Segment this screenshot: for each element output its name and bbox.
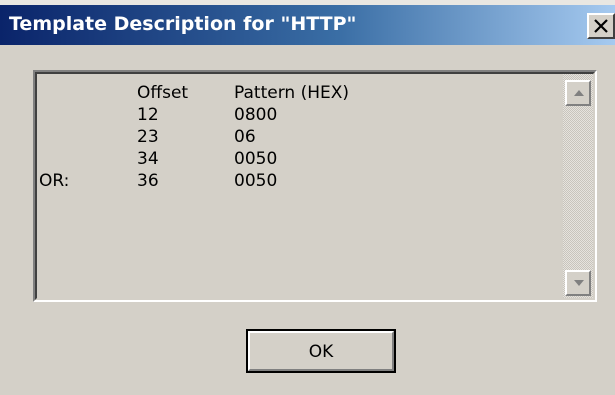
row-offset: 36 <box>137 171 159 191</box>
arrow-up-icon <box>574 90 584 96</box>
list-content: Offset Pattern (HEX) 12 0800 23 06 34 00… <box>39 82 564 292</box>
list-header-row: Offset Pattern (HEX) <box>39 82 564 104</box>
list-item: 23 06 <box>39 126 564 148</box>
dialog-window: Template Description for "HTTP" Offset P… <box>0 0 615 395</box>
header-offset: Offset <box>137 83 189 103</box>
close-button[interactable] <box>587 13 615 39</box>
title-bar[interactable]: Template Description for "HTTP" <box>0 5 615 45</box>
row-offset: 12 <box>137 105 159 125</box>
list-item: 34 0050 <box>39 148 564 170</box>
list-item: 12 0800 <box>39 104 564 126</box>
ok-button-face: OK <box>248 331 394 371</box>
dialog-title: Template Description for "HTTP" <box>9 13 357 35</box>
list-item: OR: 36 0050 <box>39 170 564 192</box>
scroll-down-button[interactable] <box>565 270 591 296</box>
row-pattern: 0050 <box>234 171 278 191</box>
row-prefix: OR: <box>39 171 70 191</box>
row-offset: 23 <box>137 127 159 147</box>
ok-button-label: OK <box>308 342 334 362</box>
template-description-list[interactable]: Offset Pattern (HEX) 12 0800 23 06 34 00… <box>33 70 597 302</box>
row-pattern: 0800 <box>234 105 278 125</box>
row-pattern: 0050 <box>234 149 278 169</box>
header-pattern: Pattern (HEX) <box>234 83 349 103</box>
vertical-scrollbar[interactable] <box>563 74 593 298</box>
close-icon <box>594 19 608 33</box>
row-pattern: 06 <box>234 127 256 147</box>
list-frame: Offset Pattern (HEX) 12 0800 23 06 34 00… <box>35 72 595 300</box>
ok-button[interactable]: OK <box>246 329 396 373</box>
row-offset: 34 <box>137 149 159 169</box>
scroll-up-button[interactable] <box>565 80 591 106</box>
arrow-down-icon <box>574 280 584 286</box>
